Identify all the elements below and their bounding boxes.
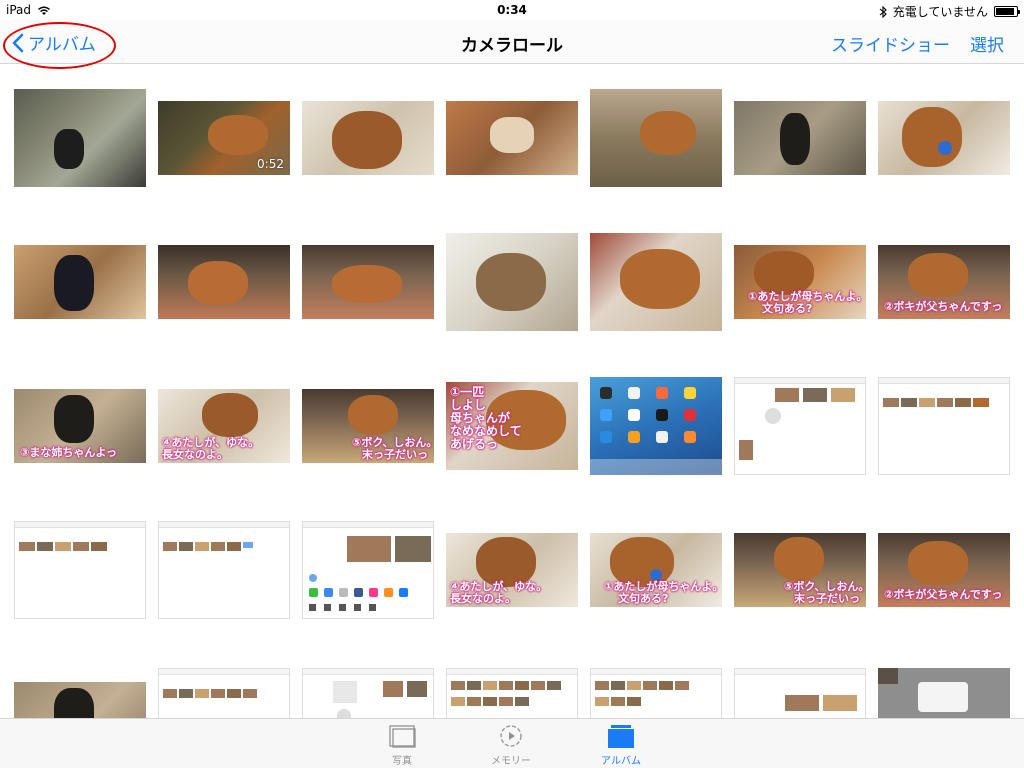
- status-bar: iPad 0:34 充電していません: [0, 0, 1024, 20]
- photo-thumbnail[interactable]: [590, 66, 722, 210]
- battery-icon: [994, 6, 1020, 17]
- screenshot-thumbnail[interactable]: [734, 642, 866, 718]
- screenshot-thumbnail[interactable]: [158, 498, 290, 642]
- photo-thumbnail[interactable]: ⑤ボク、しおん。 末っ子だいっ: [302, 354, 434, 498]
- navigation-bar: アルバム カメラロール スライドショー 選択: [0, 20, 1024, 69]
- screenshot-thumbnail[interactable]: [878, 354, 1010, 498]
- photo-thumbnail[interactable]: ①一匹 しよし 母ちゃんが なめなめして あげるっ: [446, 354, 578, 498]
- photo-thumbnail[interactable]: ⑤ボク、しおん。 末っ子だいっ: [734, 498, 866, 642]
- tab-memories[interactable]: メモリー: [476, 723, 546, 767]
- video-duration: 0:52: [257, 157, 284, 171]
- photo-thumbnail[interactable]: [446, 210, 578, 354]
- photo-thumbnail[interactable]: [734, 66, 866, 210]
- photo-thumbnail[interactable]: [878, 66, 1010, 210]
- tab-photos-label: 写真: [392, 756, 412, 767]
- tab-memories-label: メモリー: [491, 756, 531, 767]
- photo-thumbnail[interactable]: [14, 210, 146, 354]
- photo-thumbnail[interactable]: [302, 66, 434, 210]
- photo-thumbnail[interactable]: ①あたしが母ちゃんよ。 文句ある?: [734, 210, 866, 354]
- grid-row: ③まな姉ちゃんよっ ④あたしが、ゆな。 長女なのよ。 ⑤ボク、しおん。 末っ子だいっ…: [0, 354, 1024, 498]
- photo-thumbnail[interactable]: [14, 642, 146, 718]
- photo-thumbnail[interactable]: ③まな姉ちゃんよっ: [14, 354, 146, 498]
- photo-thumbnail[interactable]: [590, 210, 722, 354]
- grid-row: ④あたしが、ゆな。 長女なのよ。 ①あたしが母ちゃんよ。 文句ある? ⑤ボク、しおん…: [0, 498, 1024, 642]
- photo-thumbnail[interactable]: [14, 66, 146, 210]
- photo-thumbnail[interactable]: [158, 210, 290, 354]
- tab-albums[interactable]: アルバム: [586, 723, 656, 767]
- photos-icon: [389, 725, 416, 748]
- grid-row: 0:52: [0, 66, 1024, 210]
- memories-icon: [500, 725, 522, 747]
- photo-thumbnail[interactable]: ④あたしが、ゆな。 長女なのよ。: [158, 354, 290, 498]
- grid-row: ①あたしが母ちゃんよ。 文句ある? ②ボキが父ちゃんですっ: [0, 210, 1024, 354]
- screenshot-thumbnail[interactable]: [734, 354, 866, 498]
- screenshot-thumbnail[interactable]: [446, 642, 578, 718]
- photo-grid: 0:52 ①あたしが母ちゃんよ。 文句ある? ②ボキが父ちゃんですっ ③まな姉ち…: [0, 66, 1024, 718]
- slideshow-button[interactable]: スライドショー: [831, 31, 950, 56]
- screenshot-thumbnail[interactable]: [878, 642, 1010, 718]
- screenshot-thumbnail[interactable]: [302, 642, 434, 718]
- screenshot-thumbnail[interactable]: [590, 642, 722, 718]
- photo-thumbnail[interactable]: ①あたしが母ちゃんよ。 文句ある?: [590, 498, 722, 642]
- photo-thumbnail[interactable]: ②ボキが父ちゃんですっ: [878, 210, 1010, 354]
- screenshot-thumbnail[interactable]: [14, 498, 146, 642]
- grid-row: [0, 642, 1024, 718]
- status-time: 0:34: [497, 3, 527, 17]
- photo-thumbnail[interactable]: [302, 210, 434, 354]
- charging-status: 充電していません: [892, 5, 988, 19]
- select-button[interactable]: 選択: [970, 31, 1004, 56]
- screenshot-thumbnail[interactable]: [590, 354, 722, 498]
- video-thumbnail[interactable]: 0:52: [158, 66, 290, 210]
- tab-photos[interactable]: 写真: [367, 723, 437, 767]
- tab-albums-label: アルバム: [601, 756, 641, 767]
- albums-icon: [608, 725, 634, 748]
- tab-bar: 写真 メモリー アルバム: [0, 718, 1024, 768]
- screenshot-thumbnail[interactable]: [158, 642, 290, 718]
- photo-thumbnail[interactable]: ④あたしが、ゆな。 長女なのよ。: [446, 498, 578, 642]
- photo-thumbnail[interactable]: ②ボキが父ちゃんですっ: [878, 498, 1010, 642]
- photo-thumbnail[interactable]: [446, 66, 578, 210]
- bluetooth-icon: [879, 5, 887, 18]
- screenshot-thumbnail[interactable]: [302, 498, 434, 642]
